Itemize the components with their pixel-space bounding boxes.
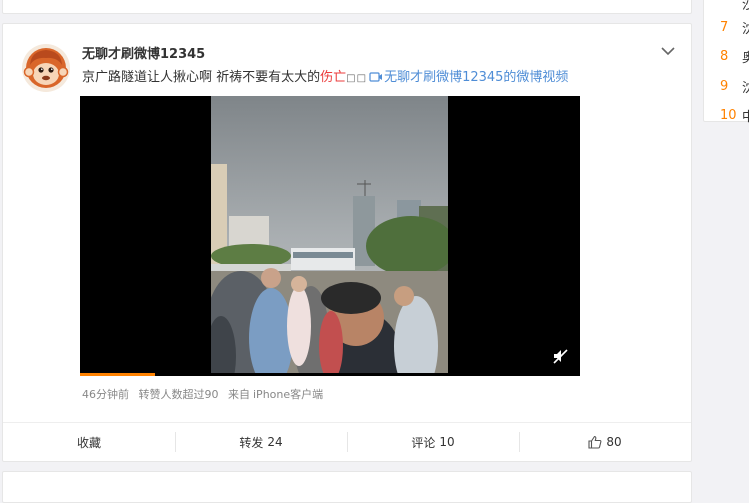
- comment-button[interactable]: 评论 10: [347, 423, 519, 461]
- speaker-muted-icon: [553, 349, 568, 364]
- previous-post-card: [2, 0, 692, 14]
- post-username[interactable]: 无聊才刷微博12345: [82, 43, 205, 62]
- post-meta: 46分钟前 转赞人数超过90 来自 iPhone客户端: [82, 386, 329, 402]
- comment-label: 评论: [411, 435, 436, 450]
- hot-text: 中: [742, 109, 749, 125]
- repost-button[interactable]: 转发 24: [175, 423, 347, 461]
- like-button[interactable]: 80: [519, 423, 691, 461]
- hot-item[interactable]: 9沈: [720, 74, 749, 98]
- weibo-post-card: 无聊才刷微博12345 京广路隧道让人揪心啊 祈祷不要有太大的伤亡□□ 无聊才刷微…: [2, 23, 692, 462]
- mute-button[interactable]: [552, 348, 568, 364]
- hot-rank: 10: [720, 107, 737, 123]
- hot-item[interactable]: 7沈: [720, 15, 749, 39]
- chevron-down-icon: [661, 47, 675, 56]
- video-link-icon: [369, 72, 383, 82]
- favorite-button[interactable]: 收藏: [3, 423, 175, 461]
- post-text-body: 京广路隧道让人揪心啊 祈祷不要有太大的: [82, 70, 321, 85]
- favorite-label: 收藏: [76, 435, 101, 450]
- video-frame: [211, 96, 448, 376]
- hot-rank: 8: [720, 48, 729, 64]
- hot-item[interactable]: 8奥: [720, 44, 749, 68]
- thumbs-up-icon: [588, 435, 602, 449]
- like-count: 80: [606, 435, 622, 449]
- hot-rank: 9: [720, 78, 729, 94]
- repost-count: 24: [267, 435, 283, 449]
- hot-rank: 7: [720, 19, 729, 35]
- comment-count: 10: [439, 435, 455, 449]
- post-repost-info: 转赞人数超过90: [138, 388, 219, 401]
- repost-label: 转发: [239, 435, 264, 450]
- post-text-emoji-placeholder: □□: [346, 73, 368, 84]
- hot-search-sidebar: 沙 7沈 8奥 9沈 10 中: [703, 0, 749, 125]
- video-player[interactable]: [80, 96, 580, 376]
- next-post-card: [2, 471, 692, 503]
- hot-text: 沈: [742, 80, 749, 96]
- monkey-avatar-icon: [22, 44, 70, 92]
- post-source[interactable]: iPhone客户端: [253, 388, 323, 401]
- more-options-button[interactable]: [658, 43, 678, 59]
- hot-item[interactable]: 10 中: [720, 103, 749, 127]
- post-source-prefix: 来自: [228, 388, 250, 401]
- video-progress-bar[interactable]: [80, 373, 580, 376]
- hot-text: 沈: [742, 21, 749, 37]
- video-link[interactable]: 无聊才刷微博12345的微博视频: [384, 70, 568, 85]
- video-progress-fill: [80, 373, 155, 376]
- hot-text: 奥: [742, 50, 749, 66]
- post-text: 京广路隧道让人揪心啊 祈祷不要有太大的伤亡□□ 无聊才刷微博12345的微博视频: [82, 68, 568, 89]
- post-actions-bar: 收藏 转发 24 评论 10 80: [3, 422, 691, 461]
- post-text-highlight: 伤亡: [320, 70, 347, 85]
- avatar[interactable]: [21, 43, 71, 93]
- hot-item[interactable]: 沙: [720, 0, 749, 15]
- post-time[interactable]: 46分钟前: [82, 388, 129, 401]
